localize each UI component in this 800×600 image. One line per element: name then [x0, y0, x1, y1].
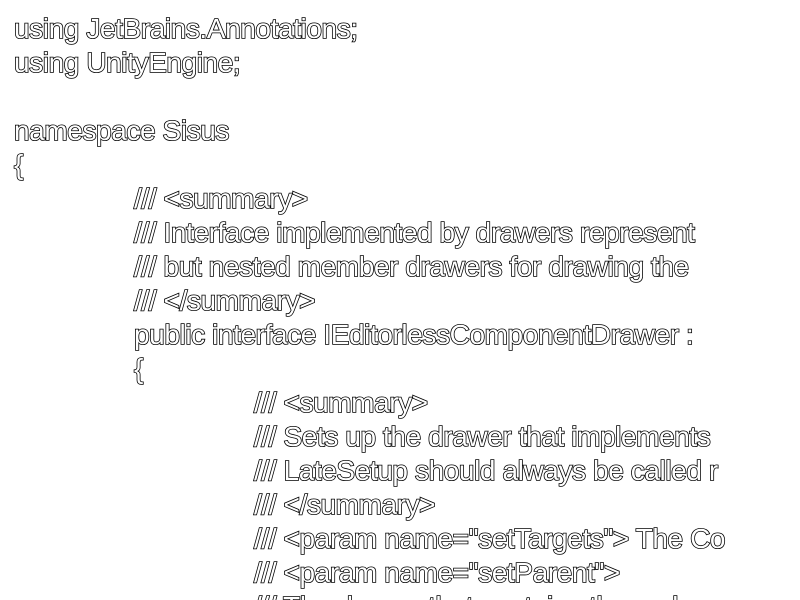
code-line: /// <param name="setTargets"> The Co: [253, 522, 726, 555]
code-line: using UnityEngine;: [13, 46, 241, 79]
code-line: {: [13, 148, 24, 181]
code-line: /// The drawer that contains the code: [253, 590, 694, 600]
code-line: /// Sets up the drawer that implements: [253, 420, 711, 453]
code-line: {: [133, 352, 144, 385]
code-line: /// </summary>: [133, 284, 316, 317]
code-viewer: using JetBrains.Annotations; using UnityE…: [0, 0, 800, 600]
code-line: /// Interface implemented by drawers rep…: [133, 216, 696, 249]
code-line: /// <summary>: [133, 182, 309, 215]
code-line: namespace Sisus: [13, 114, 230, 147]
code-line: /// </summary>: [253, 488, 436, 521]
code-line: /// <param name="setParent">: [253, 556, 621, 589]
code-line: /// but nested member drawers for drawin…: [133, 250, 690, 283]
code-line: /// LateSetup should always be called r: [253, 454, 719, 487]
code-line: using JetBrains.Annotations;: [13, 12, 359, 45]
code-line: /// <summary>: [253, 386, 429, 419]
code-line: public interface IEditorlessComponentDra…: [133, 318, 694, 351]
